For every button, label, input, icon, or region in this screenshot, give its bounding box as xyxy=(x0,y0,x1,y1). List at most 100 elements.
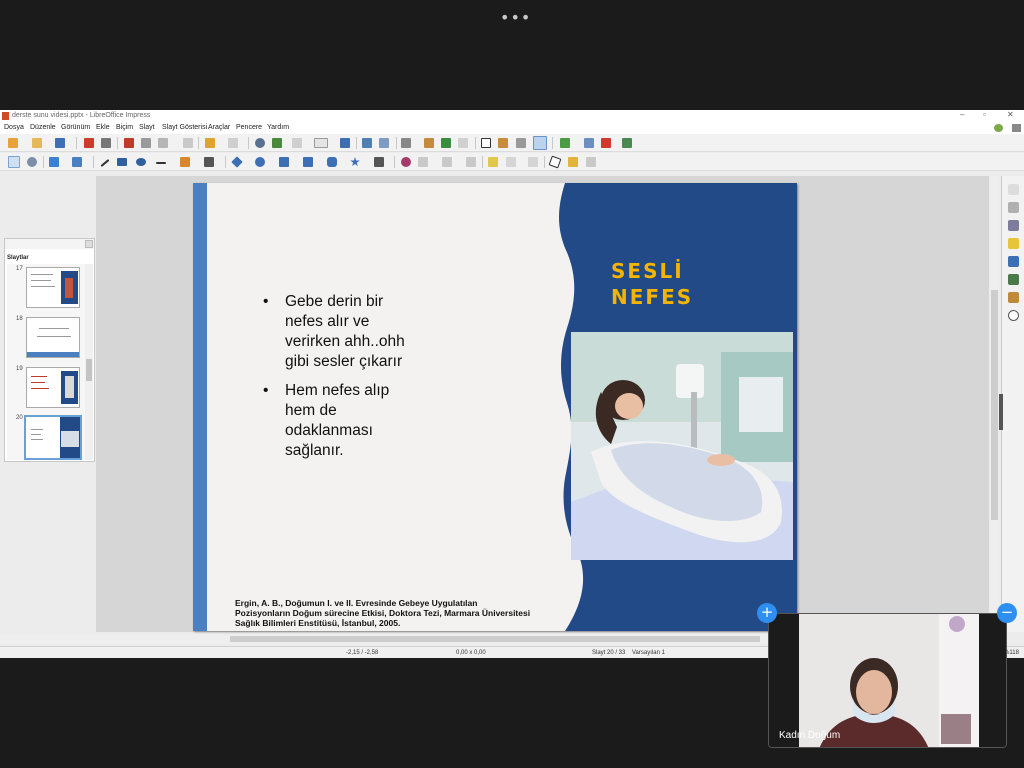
rectangle-icon[interactable] xyxy=(117,158,127,166)
properties-icon[interactable] xyxy=(1008,202,1019,213)
start-presentation-icon[interactable] xyxy=(362,138,372,148)
save-icon[interactable] xyxy=(55,138,65,148)
master-name: Varsayılan 1 xyxy=(632,650,665,656)
chart-icon[interactable] xyxy=(441,138,451,148)
styles-icon[interactable] xyxy=(1008,274,1019,285)
stars-icon[interactable] xyxy=(350,157,360,167)
new-document-icon[interactable] xyxy=(8,138,18,148)
points-icon[interactable] xyxy=(548,155,562,169)
print-icon[interactable] xyxy=(101,138,111,148)
crop-icon[interactable] xyxy=(506,157,516,167)
start-current-slide-icon[interactable] xyxy=(379,138,389,148)
flowchart-icon[interactable] xyxy=(303,157,313,167)
show-draw-functions-icon[interactable] xyxy=(533,136,547,150)
slides-panel-scroll-thumb[interactable] xyxy=(86,359,92,381)
minimize-window-button[interactable]: – xyxy=(960,110,964,119)
spelling-icon[interactable] xyxy=(272,138,282,148)
slide-reference: Ergin, A. B., Doğumun I. ve II. Evresind… xyxy=(235,598,531,628)
media-icon[interactable] xyxy=(458,138,468,148)
menu-pencere[interactable]: Pencere xyxy=(236,124,262,131)
more-options-icon[interactable]: ••• xyxy=(500,8,531,27)
close-window-button[interactable]: ✕ xyxy=(1007,110,1014,119)
zoom-pan-icon[interactable] xyxy=(27,157,37,167)
add-icon[interactable]: + xyxy=(757,603,777,623)
minimize-video-icon[interactable]: − xyxy=(997,603,1017,623)
glue-points-icon[interactable] xyxy=(568,157,578,167)
duplicate-slide-icon[interactable] xyxy=(584,138,594,148)
update-icon[interactable] xyxy=(994,124,1003,132)
grid-icon[interactable] xyxy=(292,138,302,148)
line-icon[interactable] xyxy=(100,159,110,167)
thumb-text-line xyxy=(31,439,43,440)
display-views-icon[interactable] xyxy=(314,138,328,148)
menu-dosya[interactable]: Dosya xyxy=(4,124,24,131)
3d-objects-icon[interactable] xyxy=(374,157,384,167)
participant-video-tile[interactable]: Kadın Doğum xyxy=(768,613,1007,748)
callouts-icon[interactable] xyxy=(327,157,337,167)
menu-slayt[interactable]: Slayt xyxy=(139,124,155,131)
redo-icon[interactable] xyxy=(228,138,238,148)
sidebar-menu-icon[interactable] xyxy=(1008,184,1019,195)
cut-icon[interactable] xyxy=(124,138,134,148)
maximize-window-button[interactable]: ▫ xyxy=(983,110,986,119)
meeting-top-bar: ••• xyxy=(0,0,1024,110)
filter-icon[interactable] xyxy=(528,157,538,167)
thumb-text-line xyxy=(31,429,43,430)
select-icon[interactable] xyxy=(8,156,20,168)
navigator-icon[interactable] xyxy=(1008,310,1019,321)
undo-icon[interactable] xyxy=(205,138,215,148)
block-arrows-icon[interactable] xyxy=(279,157,289,167)
paste-icon[interactable] xyxy=(158,138,168,148)
master-slide-icon[interactable] xyxy=(340,138,350,148)
animation-icon[interactable] xyxy=(1008,238,1019,249)
menu-yardim[interactable]: Yardım xyxy=(267,124,289,131)
ellipse-icon[interactable] xyxy=(136,158,146,166)
close-panel-icon[interactable] xyxy=(85,240,93,248)
table-icon[interactable] xyxy=(401,138,411,148)
delete-slide-icon[interactable] xyxy=(601,138,611,148)
horizontal-scroll-thumb[interactable] xyxy=(230,636,760,642)
text-box-icon[interactable] xyxy=(481,138,491,148)
fontwork-icon[interactable] xyxy=(516,138,526,148)
copy-icon[interactable] xyxy=(141,138,151,148)
master-slides-icon[interactable] xyxy=(1008,256,1019,267)
connector-icon[interactable] xyxy=(204,157,214,167)
new-slide-icon[interactable] xyxy=(560,138,570,148)
gallery-icon[interactable] xyxy=(1008,292,1019,303)
align-icon[interactable] xyxy=(418,157,428,167)
find-replace-icon[interactable] xyxy=(255,138,265,148)
clone-formatting-icon[interactable] xyxy=(183,138,193,148)
rotate-icon[interactable] xyxy=(401,157,411,167)
toolbar-separator xyxy=(396,137,397,149)
line-color-icon[interactable] xyxy=(49,157,59,167)
standard-toolbar xyxy=(0,134,1024,152)
slide-thumbnail[interactable] xyxy=(26,267,80,308)
shadow-icon[interactable] xyxy=(488,157,498,167)
slide-layout-icon[interactable] xyxy=(622,138,632,148)
slide-thumbnail-selected[interactable] xyxy=(24,415,82,460)
sidebar-collapse-handle[interactable] xyxy=(999,394,1003,430)
arrange-icon[interactable] xyxy=(442,157,452,167)
close-document-icon[interactable] xyxy=(1012,124,1021,132)
curve-icon[interactable] xyxy=(180,157,190,167)
special-character-icon[interactable] xyxy=(498,138,508,148)
menu-araclar[interactable]: Araçlar xyxy=(208,124,230,131)
arrow-line-icon[interactable] xyxy=(156,162,166,164)
toggle-extrusion-icon[interactable] xyxy=(586,157,596,167)
image-icon[interactable] xyxy=(424,138,434,148)
symbol-shapes-icon[interactable] xyxy=(255,157,265,167)
open-icon[interactable] xyxy=(32,138,42,148)
menu-bicim[interactable]: Biçim xyxy=(116,124,133,131)
menu-slayt-gosterisi[interactable]: Slayt Gösterisi xyxy=(162,124,207,131)
fill-color-icon[interactable] xyxy=(72,157,82,167)
distribute-icon[interactable] xyxy=(466,157,476,167)
slide-thumbnail[interactable] xyxy=(26,367,80,408)
menu-ekle[interactable]: Ekle xyxy=(96,124,110,131)
menu-gorunum[interactable]: Görünüm xyxy=(61,124,90,131)
basic-shapes-icon[interactable] xyxy=(231,156,243,168)
slide-transition-icon[interactable] xyxy=(1008,220,1019,231)
vertical-scroll-thumb[interactable] xyxy=(991,290,998,520)
menu-duzenle[interactable]: Düzenle xyxy=(30,124,56,131)
export-pdf-icon[interactable] xyxy=(84,138,94,148)
slide-thumbnail[interactable] xyxy=(26,317,80,358)
